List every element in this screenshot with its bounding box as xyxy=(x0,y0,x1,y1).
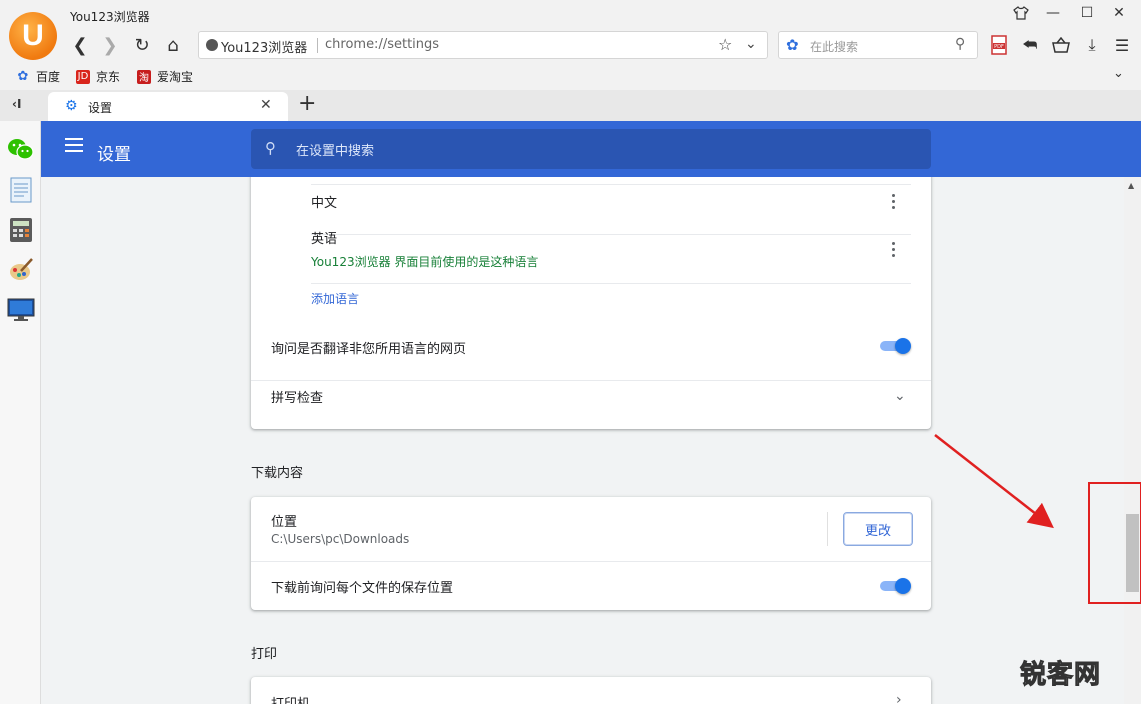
page-title: 设置 xyxy=(97,145,131,165)
browser-toolbar: U You123浏览器 ❮ ❯ ↻ ⌂ You123浏览器 chrome://s… xyxy=(0,0,1141,90)
close-tab-icon[interactable]: ✕ xyxy=(260,97,272,113)
new-tab-button[interactable]: + xyxy=(298,91,316,116)
minimize-button[interactable]: — xyxy=(1042,4,1064,22)
site-info-icon[interactable] xyxy=(206,39,218,51)
collapse-sidebar-icon[interactable]: ‹I xyxy=(12,97,21,111)
scrollbar-highlight-box xyxy=(1088,482,1141,604)
divider xyxy=(311,234,911,235)
bookmark-jd[interactable]: JD 京东 xyxy=(76,68,120,85)
bookmark-label: 百度 xyxy=(36,70,61,84)
address-url[interactable]: chrome://settings xyxy=(325,37,439,52)
ask-save-location-label: 下载前询问每个文件的保存位置 xyxy=(271,581,454,596)
web-search-box[interactable]: ✿ 在此搜索 ⚲ xyxy=(778,31,978,59)
watermark-logo: 锐客网 xyxy=(1019,632,1138,702)
wechat-icon[interactable] xyxy=(7,135,35,163)
tab-strip: ‹I ⚙ 设置 ✕ + xyxy=(0,90,1141,121)
back-button[interactable]: ❮ xyxy=(68,34,92,56)
download-location-label: 位置 xyxy=(271,515,298,530)
chevron-down-icon[interactable]: ⌄ xyxy=(745,36,757,52)
settings-search-input[interactable]: 在设置中搜索 xyxy=(296,140,374,159)
undo-icon[interactable]: ⮪ xyxy=(1019,34,1041,56)
annotation-arrow xyxy=(934,434,1054,529)
web-search-input[interactable]: 在此搜索 xyxy=(810,38,858,55)
download-icon[interactable]: ⤓ xyxy=(1081,34,1103,56)
printing-section-title: 打印 xyxy=(251,647,278,662)
divider xyxy=(251,380,931,381)
language-name: 英语 xyxy=(311,232,338,247)
languages-card: 中文 英语 You123浏览器 界面目前使用的是这种语言 添加语言 询问是否翻译… xyxy=(251,177,931,429)
close-window-button[interactable]: ✕ xyxy=(1108,4,1130,22)
watermark-text: 锐客网 xyxy=(1019,660,1102,691)
baidu-paw-icon: ✿ xyxy=(17,69,29,84)
printers-label[interactable]: 打印机 xyxy=(271,693,310,704)
bookmark-baidu[interactable]: ✿ 百度 xyxy=(16,68,60,85)
monitor-icon[interactable] xyxy=(7,296,35,324)
bookmark-star-icon[interactable]: ☆ xyxy=(718,35,732,54)
bookmark-taobao[interactable]: 淘 爱淘宝 xyxy=(137,68,193,85)
language-ui-note: You123浏览器 界面目前使用的是这种语言 xyxy=(311,255,539,269)
address-separator xyxy=(317,38,318,53)
divider xyxy=(251,561,931,562)
settings-search-field[interactable]: ⚲ 在设置中搜索 xyxy=(251,129,931,169)
download-location-path: C:\Users\pc\Downloads xyxy=(271,532,410,546)
change-location-button[interactable]: 更改 xyxy=(843,512,913,546)
menu-icon[interactable]: ☰ xyxy=(1111,34,1133,56)
bookmark-label: 爱淘宝 xyxy=(157,70,194,84)
forward-button[interactable]: ❯ xyxy=(98,34,122,56)
pdf-icon[interactable]: PDF xyxy=(988,34,1010,56)
browser-logo[interactable]: U xyxy=(9,12,57,60)
gear-icon: ⚙ xyxy=(65,98,78,114)
printing-card: 打印机 › xyxy=(251,677,931,704)
basket-icon[interactable] xyxy=(1050,34,1072,56)
window-title: You123浏览器 xyxy=(70,10,150,24)
spellcheck-label[interactable]: 拼写检查 xyxy=(271,387,323,406)
scroll-up-arrow-icon[interactable]: ▲ xyxy=(1128,181,1134,190)
notepad-icon[interactable] xyxy=(7,176,35,204)
scrollbar[interactable]: ▲ xyxy=(1124,177,1141,704)
address-bar[interactable]: You123浏览器 chrome://settings ☆ ⌄ xyxy=(198,31,768,59)
divider xyxy=(311,184,911,185)
translate-toggle[interactable] xyxy=(880,338,912,354)
downloads-section-title: 下载内容 xyxy=(251,466,304,481)
more-options-icon[interactable] xyxy=(892,242,896,260)
jd-logo-icon: JD xyxy=(76,69,90,84)
taobao-logo-icon: 淘 xyxy=(137,69,151,84)
translate-prompt-label: 询问是否翻译非您所用语言的网页 xyxy=(271,342,467,357)
search-icon[interactable]: ⚲ xyxy=(955,36,965,52)
ask-save-location-toggle[interactable] xyxy=(880,578,912,594)
language-name: 中文 xyxy=(311,196,338,211)
maximize-button[interactable]: ☐ xyxy=(1076,4,1098,22)
svg-text:PDF: PDF xyxy=(994,44,1004,50)
tab-label: 设置 xyxy=(88,101,113,115)
hamburger-menu-icon[interactable] xyxy=(65,138,83,152)
bookmark-label: 京东 xyxy=(96,70,121,84)
add-language-link[interactable]: 添加语言 xyxy=(311,290,359,307)
calculator-icon[interactable] xyxy=(7,216,35,244)
settings-header: 设置 ⚲ 在设置中搜索 xyxy=(41,121,1141,177)
downloads-card: 位置 C:\Users\pc\Downloads 更改 下载前询问每个文件的保存… xyxy=(251,497,931,610)
chevron-right-icon[interactable]: › xyxy=(896,692,902,704)
logo-letter: U xyxy=(22,19,44,52)
divider xyxy=(827,512,828,546)
divider xyxy=(311,283,911,284)
chevron-down-icon[interactable]: ⌄ xyxy=(1113,66,1124,81)
more-options-icon[interactable] xyxy=(892,194,896,212)
skin-icon[interactable] xyxy=(1010,4,1032,22)
side-panel xyxy=(0,121,41,704)
chevron-down-icon[interactable]: ⌄ xyxy=(894,388,906,404)
home-button[interactable]: ⌂ xyxy=(161,34,185,56)
search-icon: ⚲ xyxy=(265,139,276,157)
reload-button[interactable]: ↻ xyxy=(130,34,154,56)
baidu-paw-icon: ✿ xyxy=(786,36,799,54)
tab-settings[interactable]: ⚙ 设置 ✕ xyxy=(48,92,288,121)
paint-palette-icon[interactable] xyxy=(7,256,35,284)
address-site-name: You123浏览器 xyxy=(221,41,308,56)
